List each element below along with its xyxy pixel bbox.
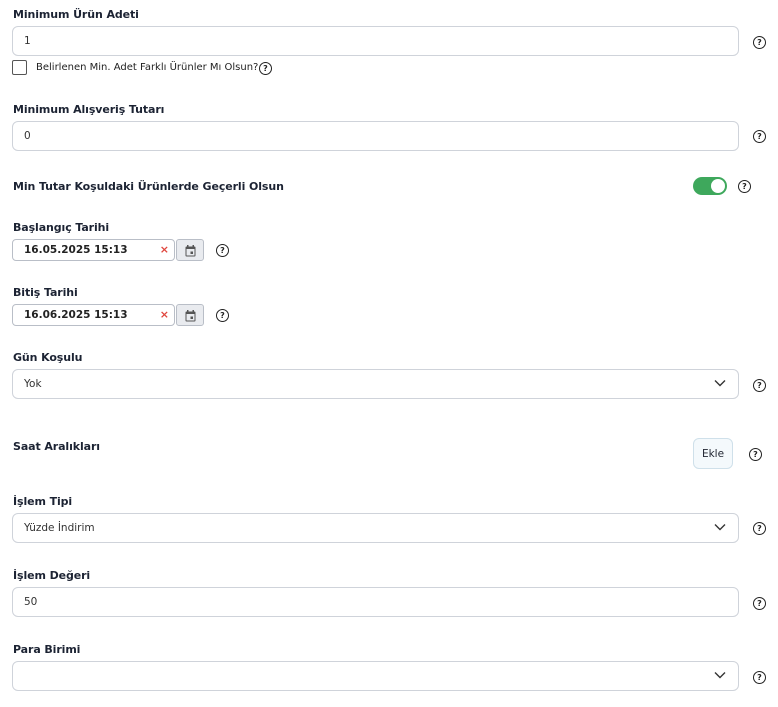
diff-products-checkbox[interactable]	[12, 60, 27, 75]
op-type-label: İşlem Tipi	[13, 495, 73, 508]
diff-products-label: Belirlenen Min. Adet Farklı Ürünler Mı O…	[36, 62, 259, 73]
end-date-calendar-button[interactable]	[176, 304, 204, 326]
op-value-value: 50	[24, 596, 38, 608]
help-icon[interactable]: ?	[216, 244, 229, 257]
end-date-input[interactable]: 16.06.2025 15:13 ×	[12, 304, 175, 326]
op-value-input[interactable]: 50	[12, 587, 739, 617]
start-date-value: 16.05.2025 15:13	[24, 244, 128, 256]
help-icon[interactable]: ?	[753, 597, 766, 610]
min-qty-value: 1	[24, 35, 31, 47]
chevron-down-icon	[714, 524, 726, 531]
add-time-range-button[interactable]: Ekle	[693, 438, 733, 469]
min-qty-label: Minimum Ürün Adeti	[13, 8, 139, 21]
end-date-label: Bitiş Tarihi	[13, 286, 78, 299]
end-date-value: 16.06.2025 15:13	[24, 309, 128, 321]
min-cond-label: Min Tutar Koşuldaki Ürünlerde Geçerli Ol…	[13, 180, 284, 193]
start-date-calendar-button[interactable]	[176, 239, 204, 261]
calendar-icon	[185, 310, 196, 322]
op-type-value: Yüzde İndirim	[24, 522, 95, 534]
min-amount-value: 0	[24, 130, 31, 142]
clear-icon[interactable]: ×	[160, 308, 169, 321]
op-type-select[interactable]: Yüzde İndirim	[12, 513, 739, 543]
day-cond-select[interactable]: Yok	[12, 369, 739, 399]
op-value-label: İşlem Değeri	[13, 569, 91, 582]
day-cond-label: Gün Koşulu	[13, 351, 83, 364]
help-icon[interactable]: ?	[753, 379, 766, 392]
chevron-down-icon	[714, 380, 726, 387]
start-date-label: Başlangıç Tarihi	[13, 221, 110, 234]
help-icon[interactable]: ?	[259, 62, 272, 75]
toggle-knob	[711, 179, 725, 193]
help-icon[interactable]: ?	[753, 522, 766, 535]
help-icon[interactable]: ?	[738, 180, 751, 193]
min-amount-input[interactable]: 0	[12, 121, 739, 151]
help-icon[interactable]: ?	[216, 309, 229, 322]
min-cond-toggle[interactable]	[693, 177, 727, 195]
day-cond-value: Yok	[24, 378, 42, 390]
min-amount-label: Minimum Alışveriş Tutarı	[13, 103, 165, 116]
help-icon[interactable]: ?	[749, 448, 762, 461]
help-icon[interactable]: ?	[753, 130, 766, 143]
help-icon[interactable]: ?	[753, 671, 766, 684]
chevron-down-icon	[714, 672, 726, 679]
min-qty-input[interactable]: 1	[12, 26, 739, 56]
currency-select[interactable]	[12, 661, 739, 691]
currency-label: Para Birimi	[13, 643, 81, 656]
help-icon[interactable]: ?	[753, 36, 766, 49]
time-ranges-label: Saat Aralıkları	[13, 440, 100, 453]
clear-icon[interactable]: ×	[160, 243, 169, 256]
start-date-input[interactable]: 16.05.2025 15:13 ×	[12, 239, 175, 261]
calendar-icon	[185, 245, 196, 257]
